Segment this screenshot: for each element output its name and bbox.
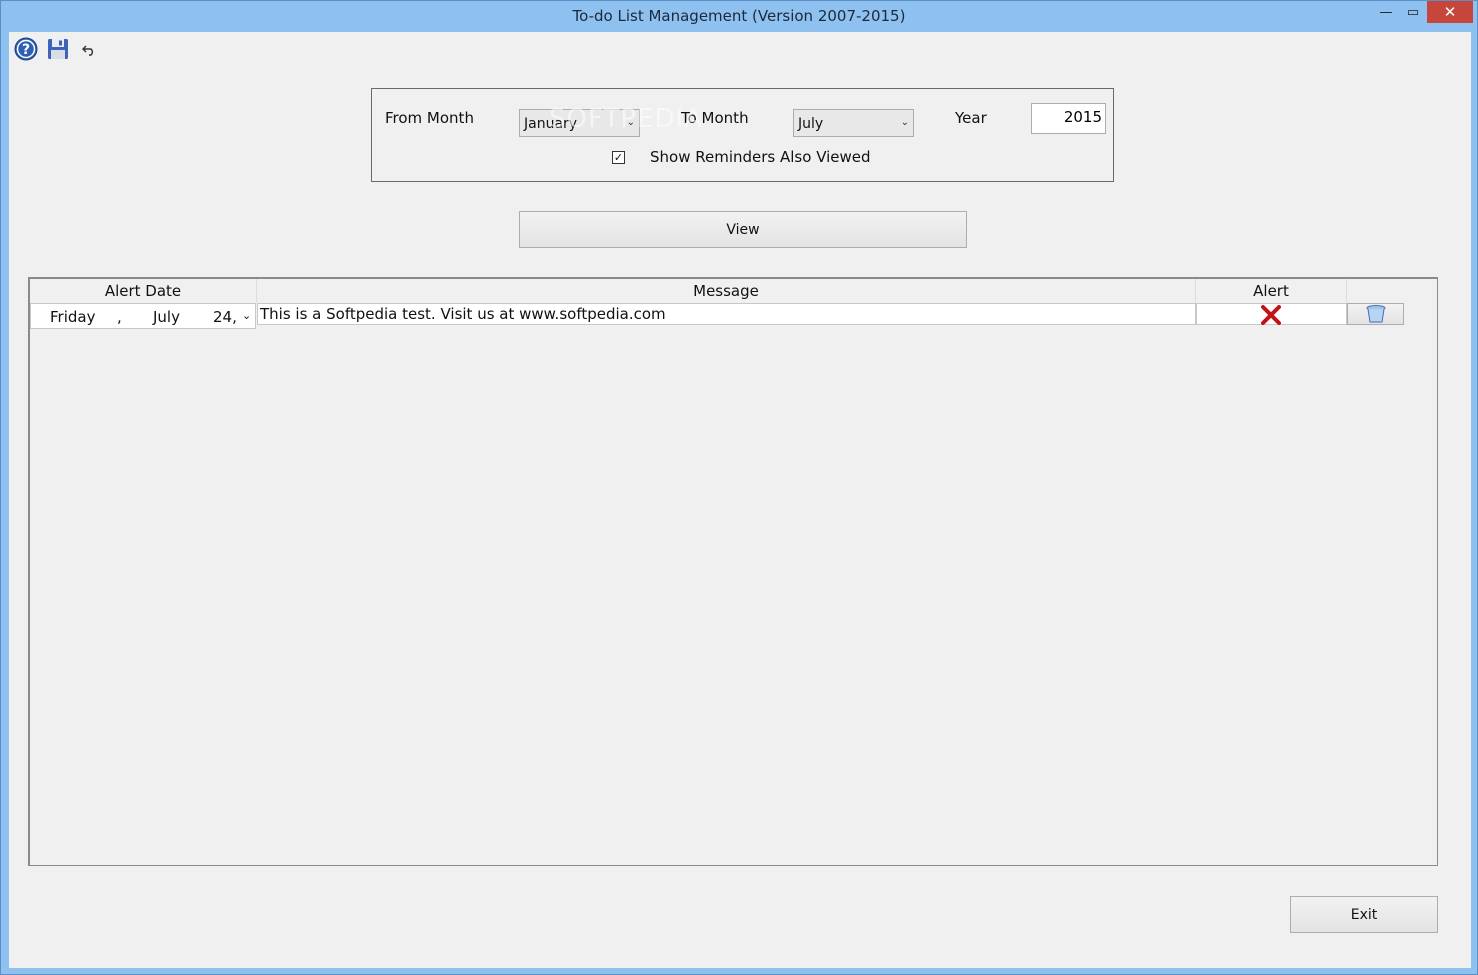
window-title: To-do List Management (Version 2007-2015… xyxy=(572,7,906,25)
show-reminders-checkbox[interactable]: ✓ xyxy=(612,151,625,164)
help-icon[interactable]: ? xyxy=(13,36,39,62)
from-month-label: From Month xyxy=(385,109,474,127)
to-month-label: To Month xyxy=(681,109,749,127)
column-header-alert-date[interactable]: Alert Date xyxy=(30,279,257,303)
message-cell[interactable]: This is a Softpedia test. Visit us at ww… xyxy=(257,303,1196,325)
minimize-button[interactable]: — xyxy=(1373,1,1399,23)
chevron-down-icon: ⌄ xyxy=(900,117,909,128)
show-reminders-label[interactable]: Show Reminders Also Viewed xyxy=(650,148,871,166)
app-window: To-do List Management (Version 2007-2015… xyxy=(0,0,1478,975)
trash-icon xyxy=(1366,305,1385,323)
from-month-value: January xyxy=(524,116,578,132)
toolbar: ? xyxy=(13,36,103,62)
save-icon[interactable] xyxy=(45,36,71,62)
to-month-select[interactable]: July ⌄ xyxy=(793,109,914,137)
chevron-down-icon: ⌄ xyxy=(626,117,635,128)
close-button[interactable]: ✕ xyxy=(1427,1,1473,23)
exit-button[interactable]: Exit xyxy=(1290,896,1438,933)
column-header-alert[interactable]: Alert xyxy=(1196,279,1347,303)
date-month: July xyxy=(153,308,180,326)
from-month-select[interactable]: January ⌄ xyxy=(519,109,640,137)
chevron-down-icon[interactable]: ⌄ xyxy=(242,309,251,322)
year-input[interactable]: 2015 xyxy=(1031,103,1106,134)
title-bar[interactable]: To-do List Management (Version 2007-2015… xyxy=(1,1,1477,32)
date-day: Friday xyxy=(50,308,96,326)
view-button[interactable]: View xyxy=(519,211,967,248)
date-separator: , xyxy=(117,308,122,326)
filter-groupbox: From Month January ⌄ To Month July ⌄ Yea… xyxy=(371,88,1114,182)
red-x-icon[interactable] xyxy=(1260,305,1282,325)
reminders-grid: Alert Date Message Alert Friday , July 2… xyxy=(28,277,1438,866)
year-label: Year xyxy=(955,109,987,127)
to-month-value: July xyxy=(798,116,824,132)
maximize-button[interactable]: ▭ xyxy=(1399,1,1427,23)
delete-button[interactable] xyxy=(1347,303,1404,325)
undo-icon[interactable] xyxy=(77,36,103,62)
svg-text:?: ? xyxy=(22,42,30,58)
message-text: This is a Softpedia test. Visit us at ww… xyxy=(260,305,666,323)
client-area: ? From Month January ⌄ To Month July ⌄ Y… xyxy=(9,32,1471,968)
date-number: 24, xyxy=(213,308,237,326)
column-header-message[interactable]: Message xyxy=(257,279,1196,303)
alert-cell[interactable] xyxy=(1196,303,1347,325)
alert-date-picker[interactable]: Friday , July 24, ⌄ xyxy=(30,303,256,329)
